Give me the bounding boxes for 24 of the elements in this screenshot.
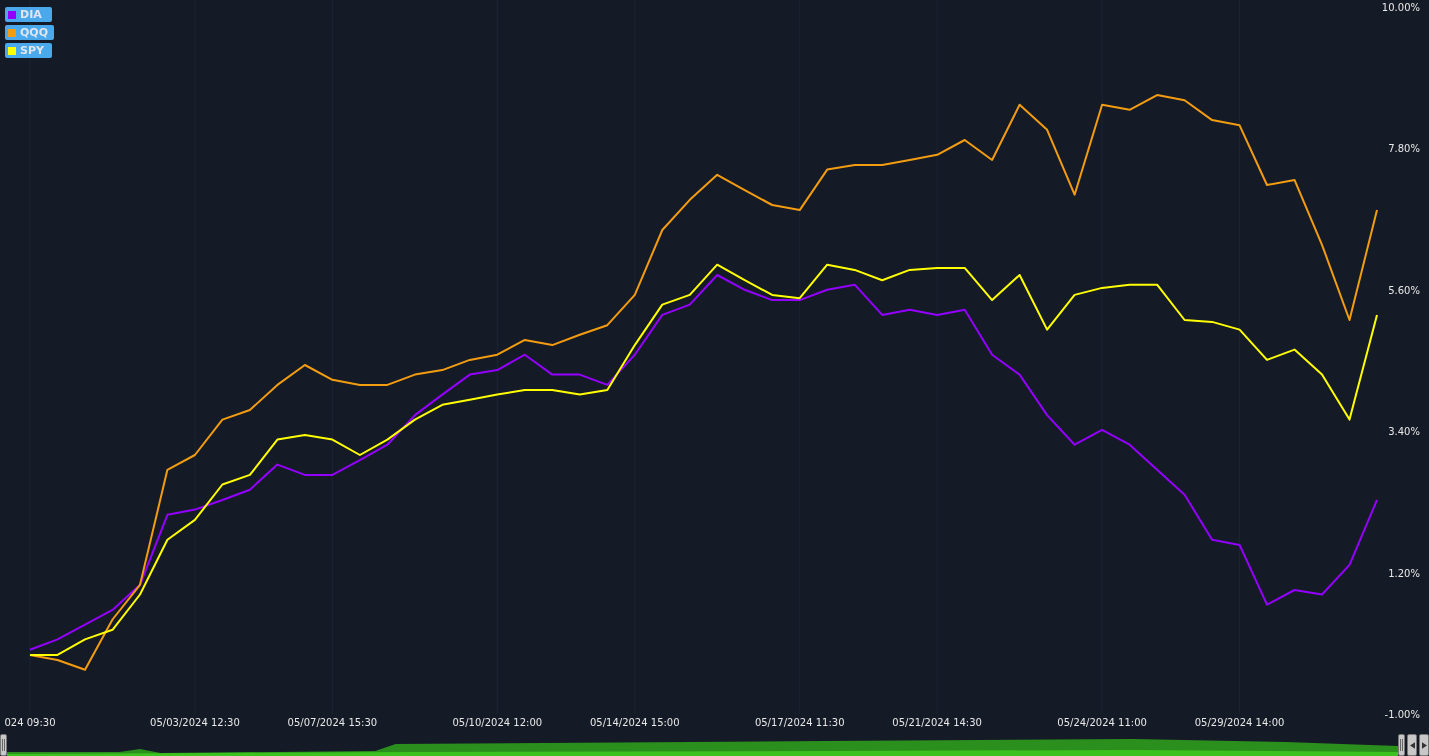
x-axis-label: 05/21/2024 14:30 [892,717,982,728]
x-axis-label: 05/14/2024 15:00 [589,717,680,728]
y-axis-label: 5.60% [1388,284,1420,296]
y-axis-label: 3.40% [1388,426,1420,438]
legend-item[interactable]: QQQ [5,25,55,40]
scroll-handle[interactable] [0,734,7,756]
y-axis-label: 1.20% [1388,567,1420,579]
legend-item[interactable]: DIA [5,7,52,22]
y-axis-label: 10.00% [1381,2,1420,13]
y-axis-label: -1.00% [1384,709,1420,720]
x-axis-label: 05/10/2024 12:00 [452,717,543,728]
right-arrow-icon [1421,741,1427,749]
x-axis-label: 05/03/2024 12:30 [150,717,240,728]
legend-item[interactable]: SPY [5,43,52,58]
x-axis-label: 05/07/2024 15:30 [287,717,378,728]
scroll-left-button[interactable] [1407,734,1417,756]
x-axis-label: 05/17/2024 11:30 [754,717,845,728]
x-axis-label: 05/29/2024 14:00 [1194,717,1285,728]
left-arrow-icon [1409,741,1415,749]
x-axis-label: 05/24/2024 11:00 [1057,717,1147,728]
scroll-right-button[interactable] [1419,734,1429,756]
scroll-handle[interactable] [1398,734,1405,756]
y-axis-label: 7.80% [1388,143,1420,155]
x-axis-label: 024 09:30 [4,717,56,728]
